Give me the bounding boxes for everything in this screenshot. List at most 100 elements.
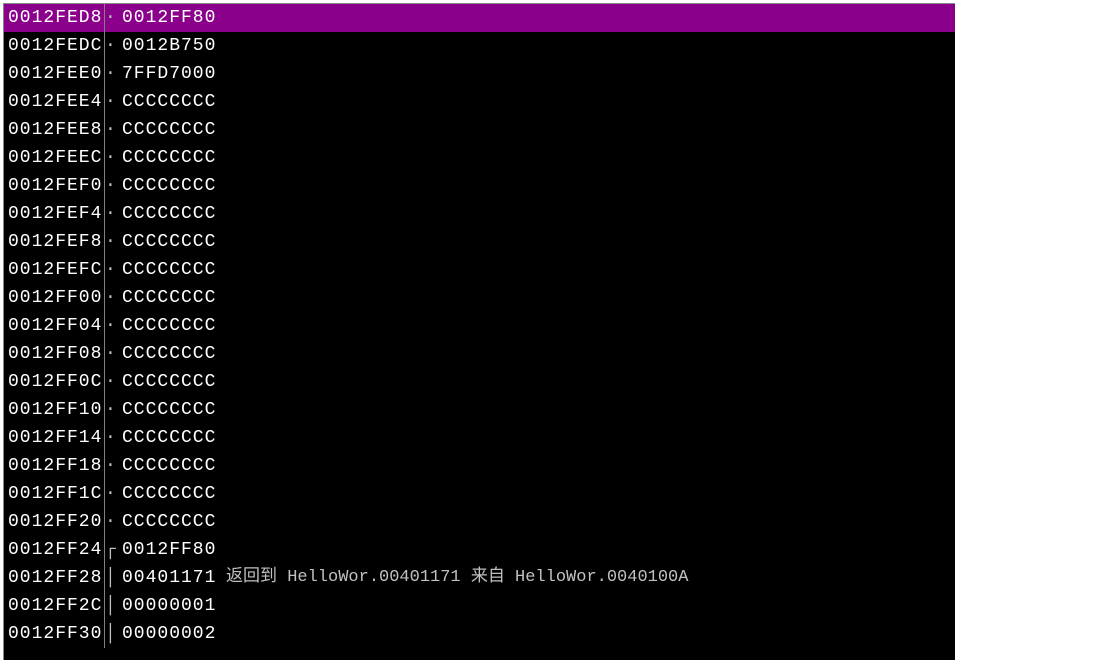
stack-row[interactable]: 0012FEFC·CCCCCCCC <box>4 256 955 284</box>
row-marker-icon: · <box>104 144 116 172</box>
stack-address: 0012FEE4 <box>4 88 104 116</box>
stack-comment <box>222 480 955 508</box>
stack-row[interactable]: 0012FEEC·CCCCCCCC <box>4 144 955 172</box>
row-marker-icon: · <box>104 424 116 452</box>
stack-row[interactable]: 0012FF18·CCCCCCCC <box>4 452 955 480</box>
stack-value: CCCCCCCC <box>116 144 222 172</box>
stack-comment: 返回到 HelloWor.00401171 来自 HelloWor.004010… <box>222 564 955 592</box>
row-marker-icon: · <box>104 228 116 256</box>
stack-value: CCCCCCCC <box>116 480 222 508</box>
stack-row[interactable]: 0012FEE8·CCCCCCCC <box>4 116 955 144</box>
stack-value: CCCCCCCC <box>116 508 222 536</box>
stack-address: 0012FF04 <box>4 312 104 340</box>
stack-value: 0012B750 <box>116 32 222 60</box>
row-marker-icon: · <box>104 256 116 284</box>
stack-comment <box>222 116 955 144</box>
stack-row[interactable]: 0012FEE0·7FFD7000 <box>4 60 955 88</box>
stack-comment <box>222 172 955 200</box>
stack-value: CCCCCCCC <box>116 172 222 200</box>
stack-comment <box>222 4 955 32</box>
stack-comment <box>222 284 955 312</box>
row-marker-icon: · <box>104 480 116 508</box>
row-marker-icon: ┌ <box>104 536 116 564</box>
stack-row[interactable]: 0012FF1C·CCCCCCCC <box>4 480 955 508</box>
stack-comment <box>222 592 955 620</box>
stack-value: CCCCCCCC <box>116 452 222 480</box>
row-marker-icon: │ <box>104 564 116 592</box>
stack-address: 0012FF28 <box>4 564 104 592</box>
stack-address: 0012FF08 <box>4 340 104 368</box>
stack-row[interactable]: 0012FEF4·CCCCCCCC <box>4 200 955 228</box>
stack-comment <box>222 32 955 60</box>
stack-value: CCCCCCCC <box>116 116 222 144</box>
stack-address: 0012FEF8 <box>4 228 104 256</box>
stack-row[interactable]: 0012FF08·CCCCCCCC <box>4 340 955 368</box>
stack-value: CCCCCCCC <box>116 312 222 340</box>
row-marker-icon: · <box>104 88 116 116</box>
stack-value: 00000002 <box>116 620 222 648</box>
stack-comment <box>222 340 955 368</box>
stack-address: 0012FF24 <box>4 536 104 564</box>
stack-row[interactable]: 0012FEE4·CCCCCCCC <box>4 88 955 116</box>
row-marker-icon: · <box>104 368 116 396</box>
row-marker-icon: · <box>104 284 116 312</box>
stack-comment <box>222 228 955 256</box>
row-marker-icon: · <box>104 116 116 144</box>
stack-value: CCCCCCCC <box>116 340 222 368</box>
stack-row[interactable]: 0012FF14·CCCCCCCC <box>4 424 955 452</box>
stack-comment <box>222 144 955 172</box>
stack-address: 0012FEDC <box>4 32 104 60</box>
stack-address: 0012FF18 <box>4 452 104 480</box>
row-marker-icon: · <box>104 340 116 368</box>
stack-comment <box>222 312 955 340</box>
stack-row[interactable]: 0012FF30│00000002 <box>4 620 955 648</box>
row-marker-icon: │ <box>104 620 116 648</box>
row-marker-icon: · <box>104 452 116 480</box>
row-marker-icon: · <box>104 312 116 340</box>
stack-address: 0012FF14 <box>4 424 104 452</box>
stack-address: 0012FEEC <box>4 144 104 172</box>
stack-comment <box>222 620 955 648</box>
row-marker-icon: · <box>104 396 116 424</box>
stack-row[interactable]: 0012FF04·CCCCCCCC <box>4 312 955 340</box>
stack-value: CCCCCCCC <box>116 88 222 116</box>
stack-value: CCCCCCCC <box>116 424 222 452</box>
row-marker-icon: · <box>104 60 116 88</box>
stack-value: 00401171 <box>116 564 222 592</box>
stack-dump-panel[interactable]: 0012FED8·0012FF800012FEDC·0012B7500012FE… <box>3 3 955 660</box>
stack-comment <box>222 536 955 564</box>
stack-value: 0012FF80 <box>116 536 222 564</box>
row-marker-icon: · <box>104 172 116 200</box>
stack-address: 0012FED8 <box>4 4 104 32</box>
stack-row[interactable]: 0012FEDC·0012B750 <box>4 32 955 60</box>
stack-address: 0012FF00 <box>4 284 104 312</box>
stack-row[interactable]: 0012FF2C│00000001 <box>4 592 955 620</box>
stack-row[interactable]: 0012FF28│00401171返回到 HelloWor.00401171 来… <box>4 564 955 592</box>
stack-address: 0012FF0C <box>4 368 104 396</box>
stack-row[interactable]: 0012FEF8·CCCCCCCC <box>4 228 955 256</box>
stack-value: CCCCCCCC <box>116 228 222 256</box>
stack-address: 0012FEFC <box>4 256 104 284</box>
stack-address: 0012FF1C <box>4 480 104 508</box>
stack-comment <box>222 424 955 452</box>
stack-address: 0012FF10 <box>4 396 104 424</box>
stack-row[interactable]: 0012FF20·CCCCCCCC <box>4 508 955 536</box>
stack-comment <box>222 368 955 396</box>
stack-value: 7FFD7000 <box>116 60 222 88</box>
stack-row[interactable]: 0012FF00·CCCCCCCC <box>4 284 955 312</box>
stack-address: 0012FF30 <box>4 620 104 648</box>
stack-comment <box>222 256 955 284</box>
stack-value: CCCCCCCC <box>116 284 222 312</box>
stack-row[interactable]: 0012FED8·0012FF80 <box>4 4 955 32</box>
row-marker-icon: · <box>104 4 116 32</box>
stack-row[interactable]: 0012FF0C·CCCCCCCC <box>4 368 955 396</box>
stack-comment <box>222 200 955 228</box>
stack-row[interactable]: 0012FF24┌0012FF80 <box>4 536 955 564</box>
stack-row[interactable]: 0012FF10·CCCCCCCC <box>4 396 955 424</box>
row-marker-icon: │ <box>104 592 116 620</box>
stack-value: 00000001 <box>116 592 222 620</box>
stack-address: 0012FEE8 <box>4 116 104 144</box>
stack-address: 0012FF20 <box>4 508 104 536</box>
stack-row[interactable]: 0012FEF0·CCCCCCCC <box>4 172 955 200</box>
row-marker-icon: · <box>104 508 116 536</box>
